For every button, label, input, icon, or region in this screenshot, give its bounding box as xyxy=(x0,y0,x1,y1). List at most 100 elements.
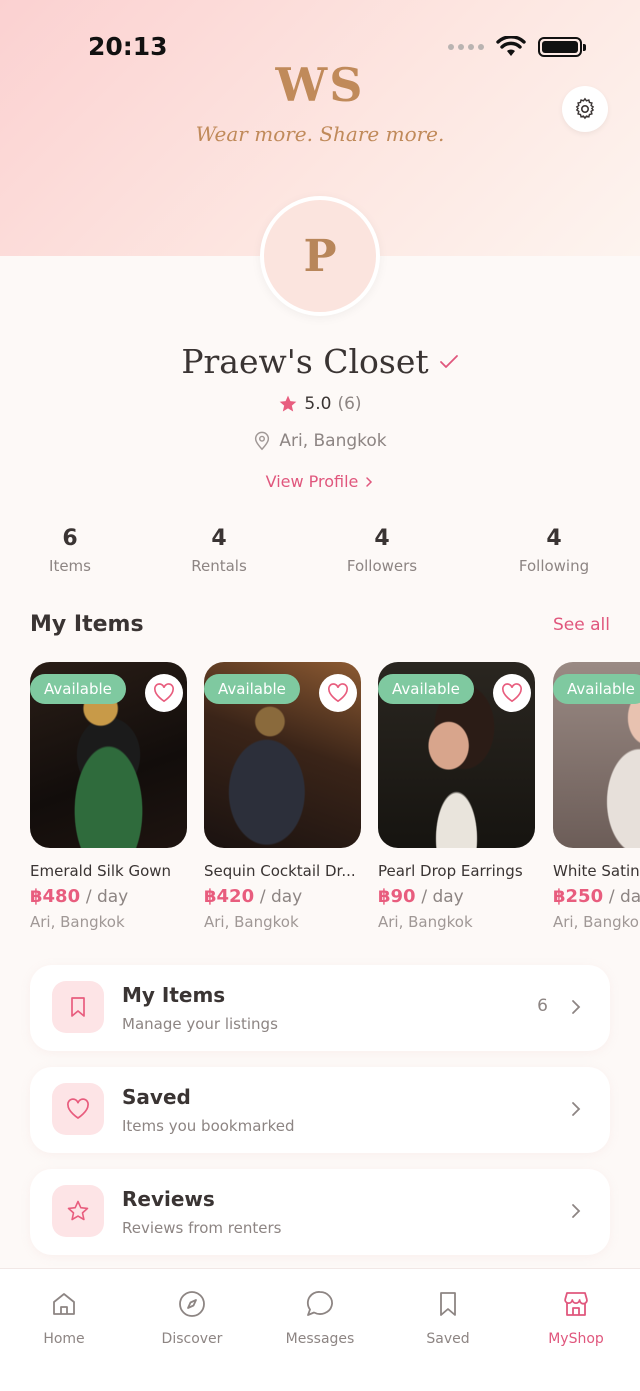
menu-icon xyxy=(52,1083,104,1135)
item-location: Ari, Bangkok xyxy=(30,913,125,931)
see-all-link[interactable]: See all xyxy=(553,615,610,635)
rating-count: (6) xyxy=(337,394,362,414)
tab-label: Home xyxy=(43,1331,85,1347)
menu-title: Saved xyxy=(122,1085,191,1109)
item-price-row: ฿250 / da xyxy=(553,886,640,907)
menu-icon xyxy=(52,981,104,1033)
stat-label: Following xyxy=(518,557,590,575)
item-location: Ari, Bangkok xyxy=(378,913,473,931)
menu-my-items[interactable]: My Items Manage your listings 6 xyxy=(30,965,610,1051)
heart-icon xyxy=(67,1098,89,1120)
availability-badge: Available xyxy=(30,674,126,704)
favorite-button[interactable] xyxy=(145,674,183,712)
bookmark-icon xyxy=(440,1292,456,1316)
home-icon xyxy=(53,1293,75,1315)
menu-reviews[interactable]: Reviews Reviews from renters xyxy=(30,1169,610,1255)
shop-icon xyxy=(564,1292,588,1316)
shop-location: Ari, Bangkok xyxy=(279,431,387,451)
item-photo: Available xyxy=(30,662,187,848)
gear-icon xyxy=(575,97,595,120)
menu-count: 6 xyxy=(537,996,548,1016)
status-icons xyxy=(448,36,586,58)
tab-myshop[interactable]: MyShop xyxy=(521,1287,631,1347)
stat-value: 6 xyxy=(62,526,78,551)
menu-title: My Items xyxy=(122,983,226,1007)
menu-saved[interactable]: Saved Items you bookmarked xyxy=(30,1067,610,1153)
bookmark-icon xyxy=(71,997,85,1017)
stat-value: 4 xyxy=(546,526,562,551)
availability-badge: Available xyxy=(378,674,474,704)
tab-discover[interactable]: Discover xyxy=(137,1287,247,1347)
item-name: Pearl Drop Earrings xyxy=(378,862,523,880)
tab-bar: Home Discover Messages Saved MyShop xyxy=(0,1268,640,1391)
stat-followers[interactable]: 4 Followers xyxy=(312,526,452,575)
item-price-unit: / day xyxy=(421,887,464,907)
favorite-button[interactable] xyxy=(319,674,357,712)
item-price: ฿90 xyxy=(378,886,416,907)
item-location: Ari, Bangkok xyxy=(204,913,299,931)
availability-badge: Available xyxy=(204,674,300,704)
items-carousel[interactable]: Available Emerald Silk Gown ฿480 / day A… xyxy=(30,662,640,942)
star-icon xyxy=(280,395,297,412)
brand-logo: WS xyxy=(275,58,365,112)
stat-value: 4 xyxy=(211,526,227,551)
tab-label: Messages xyxy=(285,1331,355,1347)
chat-icon xyxy=(306,1291,333,1316)
stat-rentals[interactable]: 4 Rentals xyxy=(149,526,289,575)
my-items-header: My Items See all xyxy=(30,612,610,637)
item-card[interactable]: Available Emerald Silk Gown ฿480 / day A… xyxy=(30,662,187,931)
settings-button[interactable] xyxy=(562,86,608,132)
item-name: Emerald Silk Gown xyxy=(30,862,172,880)
star-icon xyxy=(67,1200,89,1221)
stat-following[interactable]: 4 Following xyxy=(484,526,624,575)
signal-icon xyxy=(448,44,484,50)
item-price-row: ฿420 / day xyxy=(204,886,361,907)
brand-tagline: Wear more. Share more. xyxy=(195,122,445,146)
wifi-icon xyxy=(496,36,526,56)
stat-items[interactable]: 6 Items xyxy=(0,526,140,575)
heart-icon xyxy=(328,683,348,703)
item-price: ฿250 xyxy=(553,886,604,907)
shop-name-row: Praew's Closet xyxy=(0,342,640,381)
item-price-unit: / da xyxy=(608,887,640,907)
item-card[interactable]: Available Pearl Drop Earrings ฿90 / day … xyxy=(378,662,535,931)
view-profile-link[interactable]: View Profile xyxy=(0,472,640,491)
stat-value: 4 xyxy=(374,526,390,551)
chevron-right-icon xyxy=(572,1102,581,1116)
verified-check-icon xyxy=(439,354,458,368)
rating-value: 5.0 xyxy=(304,394,332,414)
item-price-row: ฿480 / day xyxy=(30,886,187,907)
tab-label: Saved xyxy=(426,1331,470,1347)
tab-messages[interactable]: Messages xyxy=(265,1287,375,1347)
item-photo: Available xyxy=(378,662,535,848)
menu-icon xyxy=(52,1185,104,1237)
location-pin-icon xyxy=(255,431,270,451)
avatar[interactable]: P xyxy=(260,196,380,316)
item-card[interactable]: Available Sequin Cocktail Dr... ฿420 / d… xyxy=(204,662,361,931)
battery-icon xyxy=(538,37,586,57)
item-photo: Available xyxy=(204,662,361,848)
tab-label: MyShop xyxy=(548,1331,604,1347)
heart-icon xyxy=(502,683,522,703)
item-photo: Available xyxy=(553,662,640,848)
tab-saved[interactable]: Saved xyxy=(393,1287,503,1347)
item-name: White Satin xyxy=(553,862,640,880)
favorite-button[interactable] xyxy=(493,674,531,712)
stat-label: Rentals xyxy=(191,557,247,575)
stat-label: Followers xyxy=(346,557,418,575)
menu-title: Reviews xyxy=(122,1187,215,1211)
item-price: ฿420 xyxy=(204,886,255,907)
item-price-unit: / day xyxy=(85,887,129,907)
location-row: Ari, Bangkok xyxy=(0,431,640,451)
stat-label: Items xyxy=(49,557,91,575)
status-time: 20:13 xyxy=(88,32,168,61)
menu-subtitle: Items you bookmarked xyxy=(122,1117,295,1135)
compass-icon xyxy=(179,1291,205,1317)
rating-row: 5.0 (6) xyxy=(0,394,640,414)
tab-label: Discover xyxy=(161,1331,223,1347)
chevron-right-icon xyxy=(366,476,373,487)
tab-home[interactable]: Home xyxy=(9,1287,119,1347)
menu-subtitle: Manage your listings xyxy=(122,1015,278,1033)
shop-name: Praew's Closet xyxy=(181,342,429,381)
item-card[interactable]: Available White Satin ฿250 / da Ari, Ban… xyxy=(553,662,640,931)
